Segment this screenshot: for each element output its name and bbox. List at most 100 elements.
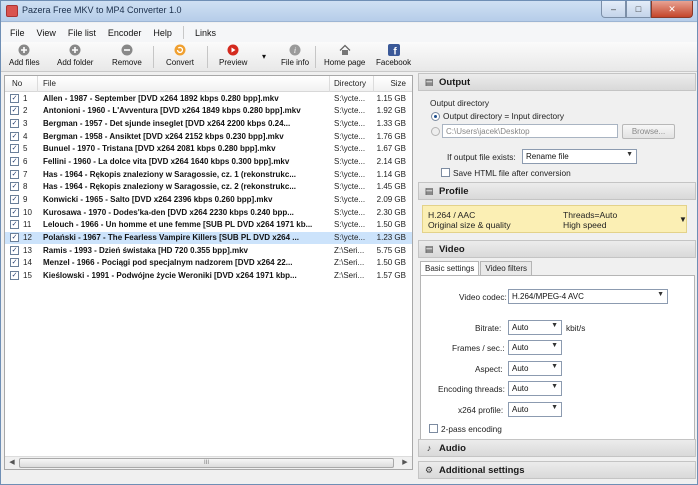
- browse-button[interactable]: Browse...: [622, 124, 675, 139]
- add-files-button[interactable]: Add files: [9, 44, 40, 71]
- file-info-button[interactable]: i File info: [281, 44, 309, 71]
- video-tabs: Basic settings Video filters: [420, 261, 533, 276]
- scroll-left-icon[interactable]: ◀: [6, 458, 18, 468]
- if-exists-select[interactable]: Rename file ▼: [522, 149, 637, 164]
- row-file: Ramis - 1993 - Dzień świstaka [HD 720 0.…: [43, 245, 248, 255]
- remove-label: Remove: [112, 58, 142, 67]
- home-page-button[interactable]: Home page: [324, 44, 365, 71]
- scroll-right-icon[interactable]: ▶: [399, 458, 411, 468]
- add-folder-button[interactable]: Add folder: [57, 44, 93, 71]
- file-info-label: File info: [281, 58, 310, 67]
- output-directory-label: Output directory: [430, 98, 490, 108]
- video-codec-label: Video codec:: [459, 292, 507, 302]
- menu-links[interactable]: Links: [189, 28, 222, 38]
- tab-basic-settings[interactable]: Basic settings: [420, 261, 480, 276]
- row-number: 15: [23, 271, 32, 281]
- table-row[interactable]: ✓ 14 Menzel - 1966 - Pociągi pod specjalny…: [5, 257, 412, 270]
- table-row[interactable]: ✓ 9 Konwicki - 1965 - Salto [DVD x264 2396…: [5, 194, 412, 207]
- fps-select[interactable]: Auto ▼: [508, 340, 562, 355]
- table-row[interactable]: ✓ 13 Ramis - 1993 - Dzień świstaka [HD 720…: [5, 244, 412, 257]
- row-checkbox[interactable]: ✓: [10, 131, 19, 141]
- row-file: Fellini - 1960 - La dolce vita [DVD x264…: [43, 156, 290, 166]
- table-row-selected[interactable]: ✓ 12 Polański - 1967 - The Fearless Vampir…: [5, 231, 412, 245]
- row-number: 7: [23, 169, 28, 179]
- home-page-label: Home page: [324, 58, 366, 67]
- minimize-button[interactable]: –: [601, 1, 626, 18]
- menu-help[interactable]: Help: [147, 28, 178, 38]
- row-number: 10: [23, 207, 32, 217]
- maximize-button[interactable]: □: [626, 1, 651, 18]
- table-row[interactable]: ✓ 2 Antonioni - 1960 - L'Avventura [DVD x2…: [5, 105, 412, 118]
- tab-video-filters[interactable]: Video filters: [480, 261, 533, 275]
- table-row[interactable]: ✓ 6 Fellini - 1960 - La dolce vita [DVD x2…: [5, 155, 412, 168]
- row-size: 1.50 GB: [376, 258, 406, 268]
- table-row[interactable]: ✓ 1 Allen - 1987 - September [DVD x264 189…: [5, 92, 412, 105]
- if-exists-value: Rename file: [526, 152, 569, 161]
- x264-profile-select[interactable]: Auto ▼: [508, 402, 562, 417]
- facebook-button[interactable]: f Facebook: [376, 44, 411, 71]
- row-checkbox[interactable]: ✓: [10, 207, 19, 217]
- row-checkbox[interactable]: ✓: [10, 144, 19, 154]
- table-row[interactable]: ✓ 4 Bergman - 1958 - Ansiktet [DVD x264 21…: [5, 130, 412, 143]
- aspect-select[interactable]: Auto ▼: [508, 361, 562, 376]
- file-list[interactable]: No File Directory Size ✓ 1 Allen - 1987 - …: [4, 75, 413, 470]
- save-html-checkbox[interactable]: [441, 168, 450, 177]
- row-checkbox[interactable]: ✓: [10, 245, 19, 255]
- table-row[interactable]: ✓ 7 Has - 1964 - Rękopis znaleziony w Sara…: [5, 168, 412, 181]
- audio-section-header[interactable]: ♪ Audio: [418, 439, 696, 457]
- row-checkbox[interactable]: ✓: [10, 271, 19, 281]
- row-number: 12: [23, 233, 32, 243]
- menu-file[interactable]: File: [4, 28, 31, 38]
- row-file: Bergman - 1957 - Det sjunde inseglet [DV…: [43, 118, 291, 128]
- menu-encoder[interactable]: Encoder: [102, 28, 148, 38]
- remove-button[interactable]: Remove: [112, 44, 142, 71]
- row-checkbox[interactable]: ✓: [10, 93, 19, 103]
- row-checkbox[interactable]: ✓: [10, 220, 19, 230]
- table-row[interactable]: ✓ 3 Bergman - 1957 - Det sjunde inseglet […: [5, 117, 412, 130]
- column-header-directory[interactable]: Directory: [334, 79, 366, 88]
- row-checkbox[interactable]: ✓: [10, 195, 19, 204]
- additional-section-header[interactable]: ⚙ Additional settings: [418, 461, 696, 479]
- column-header-size[interactable]: Size: [390, 79, 406, 88]
- table-row[interactable]: ✓ 5 Bunuel - 1970 - Tristana [DVD x264 208…: [5, 143, 412, 156]
- scroll-thumb[interactable]: III: [19, 458, 394, 468]
- input-dir-radio[interactable]: [431, 112, 440, 121]
- table-row[interactable]: ✓ 15 Kieślowski - 1991 - Podwójne życie We…: [5, 270, 412, 283]
- row-checkbox[interactable]: ✓: [10, 106, 19, 116]
- menu-view[interactable]: View: [31, 28, 62, 38]
- table-row[interactable]: ✓ 11 Lelouch - 1966 - Un homme et une femm…: [5, 219, 412, 232]
- row-directory: S:\ycte...: [334, 182, 366, 192]
- output-section-header[interactable]: ▤ Output: [418, 73, 696, 91]
- output-dir-field[interactable]: C:\Users\jacek\Desktop: [442, 124, 618, 138]
- column-header-no[interactable]: No: [12, 79, 22, 88]
- convert-button[interactable]: Convert: [166, 44, 194, 71]
- profile-section-header[interactable]: ▤ Profile: [418, 182, 696, 200]
- convert-label: Convert: [166, 58, 195, 67]
- list-header: No File Directory Size: [5, 76, 412, 92]
- row-checkbox[interactable]: ✓: [10, 118, 19, 128]
- table-row[interactable]: ✓ 10 Kurosawa - 1970 - Dodes'ka-den [DVD x…: [5, 206, 412, 219]
- chevron-down-icon: ▼: [551, 383, 558, 390]
- horizontal-scrollbar[interactable]: ◀ III ▶: [5, 456, 412, 469]
- preview-button[interactable]: Preview: [219, 44, 247, 71]
- close-button[interactable]: ✕: [651, 1, 693, 18]
- encoding-threads-select[interactable]: Auto ▼: [508, 381, 562, 396]
- row-checkbox[interactable]: ✓: [10, 233, 19, 243]
- two-pass-checkbox[interactable]: [429, 424, 438, 433]
- column-header-file[interactable]: File: [43, 79, 56, 88]
- table-row[interactable]: ✓ 8 Has - 1964 - Rękopis znaleziony w Sara…: [5, 181, 412, 194]
- video-codec-select[interactable]: H.264/MPEG-4 AVC ▼: [508, 289, 668, 304]
- row-checkbox[interactable]: ✓: [10, 169, 19, 179]
- row-checkbox[interactable]: ✓: [10, 156, 19, 166]
- row-checkbox[interactable]: ✓: [10, 258, 19, 268]
- row-checkbox[interactable]: ✓: [10, 182, 19, 192]
- menu-file-list[interactable]: File list: [62, 28, 102, 38]
- row-directory: S:\ycte...: [334, 118, 366, 128]
- video-section-header[interactable]: ▤ Video: [418, 240, 696, 258]
- custom-dir-radio[interactable]: [431, 127, 440, 136]
- profile-dropdown-icon[interactable]: ▼: [679, 215, 687, 224]
- output-header-label: Output: [439, 76, 471, 88]
- profile-selector[interactable]: H.264 / AAC Threads=Auto Original size &…: [422, 205, 687, 233]
- bitrate-select[interactable]: Auto ▼: [508, 320, 562, 335]
- column-divider: [37, 76, 38, 92]
